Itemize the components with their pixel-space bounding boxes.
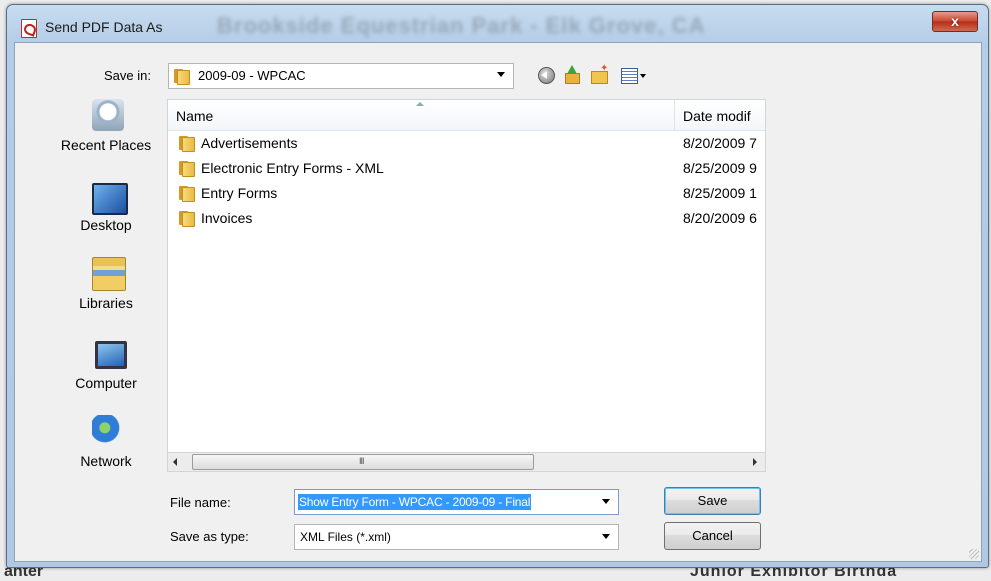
- up-one-level-icon[interactable]: [562, 65, 582, 85]
- file-row[interactable]: Entry Forms 8/25/2009 1: [168, 181, 765, 206]
- file-name: Invoices: [201, 210, 253, 226]
- background-window-title: Brookside Equestrian Park - Elk Grove, C…: [217, 13, 706, 38]
- place-desktop[interactable]: Desktop: [47, 179, 165, 249]
- chevron-down-icon[interactable]: [497, 72, 505, 77]
- file-date: 8/25/2009 1: [683, 185, 757, 201]
- column-header-name[interactable]: Name: [176, 108, 213, 124]
- file-row[interactable]: Advertisements 8/20/2009 7: [168, 131, 765, 156]
- place-label: Libraries: [79, 295, 133, 311]
- folder-icon: [179, 160, 195, 177]
- folder-icon: [179, 135, 195, 152]
- computer-icon: [95, 341, 127, 369]
- file-date: 8/20/2009 6: [683, 210, 757, 226]
- scrollbar-grip: III: [359, 456, 364, 466]
- file-row[interactable]: Electronic Entry Forms - XML 8/25/2009 9: [168, 156, 765, 181]
- file-date: 8/25/2009 9: [683, 160, 757, 176]
- file-name: Electronic Entry Forms - XML: [201, 160, 384, 176]
- save-in-value: 2009-09 - WPCAC: [198, 68, 306, 83]
- save-in-label: Save in:: [104, 68, 151, 83]
- place-libraries[interactable]: Libraries: [47, 257, 165, 327]
- background-text-strip: anter Junior Exhibitor Birthda: [0, 566, 991, 581]
- title-bar[interactable]: Send PDF Data As Brookside Equestrian Pa…: [7, 5, 988, 43]
- file-name-label: File name:: [170, 495, 231, 510]
- libraries-icon: [92, 257, 126, 291]
- file-list[interactable]: Name Date modif Advertisements 8/20/2009…: [167, 99, 766, 453]
- acrobat-icon: [21, 19, 37, 38]
- desktop-icon: [92, 183, 128, 215]
- place-recent-places[interactable]: Recent Places: [47, 99, 165, 169]
- file-name: Entry Forms: [201, 185, 278, 201]
- place-label: Desktop: [80, 217, 132, 233]
- recent-places-icon: [92, 99, 124, 131]
- folder-icon: [179, 210, 195, 227]
- places-bar: Recent Places Desktop Libraries Computer…: [47, 99, 165, 479]
- background-text-right: Junior Exhibitor Birthda: [690, 566, 898, 580]
- save-in-combobox[interactable]: 2009-09 - WPCAC: [168, 63, 514, 89]
- scroll-left-icon[interactable]: [173, 458, 177, 466]
- place-label: Recent Places: [60, 137, 152, 153]
- new-folder-icon[interactable]: [589, 63, 609, 85]
- close-button[interactable]: x: [932, 11, 978, 32]
- place-computer[interactable]: Computer: [47, 337, 165, 407]
- background-text-left: anter: [4, 566, 44, 580]
- file-name-input[interactable]: Show Entry Form - WPCAC - 2009-09 - Fina…: [294, 489, 619, 515]
- file-row[interactable]: Invoices 8/20/2009 6: [168, 206, 765, 231]
- sort-ascending-icon: [416, 102, 424, 106]
- send-pdf-data-dialog: Send PDF Data As Brookside Equestrian Pa…: [6, 4, 989, 568]
- back-icon[interactable]: [536, 65, 556, 85]
- save-as-type-label: Save as type:: [170, 529, 249, 544]
- dialog-client-area: Save in: 2009-09 - WPCAC Recent Places D…: [14, 42, 982, 562]
- folder-icon: [174, 68, 190, 85]
- column-header-date[interactable]: Date modif: [683, 108, 751, 124]
- horizontal-scrollbar[interactable]: III: [167, 452, 766, 472]
- column-divider[interactable]: [674, 100, 675, 130]
- save-as-type-select[interactable]: XML Files (*.xml): [294, 524, 619, 550]
- save-as-type-value: XML Files (*.xml): [300, 530, 391, 544]
- folder-icon: [179, 185, 195, 202]
- resize-grip[interactable]: [969, 549, 979, 559]
- place-label: Network: [80, 453, 132, 469]
- network-icon: [92, 415, 124, 447]
- scrollbar-thumb[interactable]: III: [192, 454, 534, 470]
- save-button[interactable]: Save: [664, 487, 761, 515]
- dialog-title: Send PDF Data As: [45, 19, 163, 35]
- view-menu-icon[interactable]: [619, 65, 651, 85]
- chevron-down-icon[interactable]: [602, 534, 610, 539]
- chevron-down-icon[interactable]: [602, 499, 610, 504]
- file-name-value[interactable]: Show Entry Form - WPCAC - 2009-09 - Fina…: [298, 494, 532, 510]
- place-label: Computer: [75, 375, 137, 391]
- file-date: 8/20/2009 7: [683, 135, 757, 151]
- scroll-right-icon[interactable]: [753, 458, 757, 466]
- cancel-button[interactable]: Cancel: [664, 522, 761, 550]
- place-network[interactable]: Network: [47, 415, 165, 485]
- file-name: Advertisements: [201, 135, 298, 151]
- column-header-row: Name Date modif: [168, 100, 765, 131]
